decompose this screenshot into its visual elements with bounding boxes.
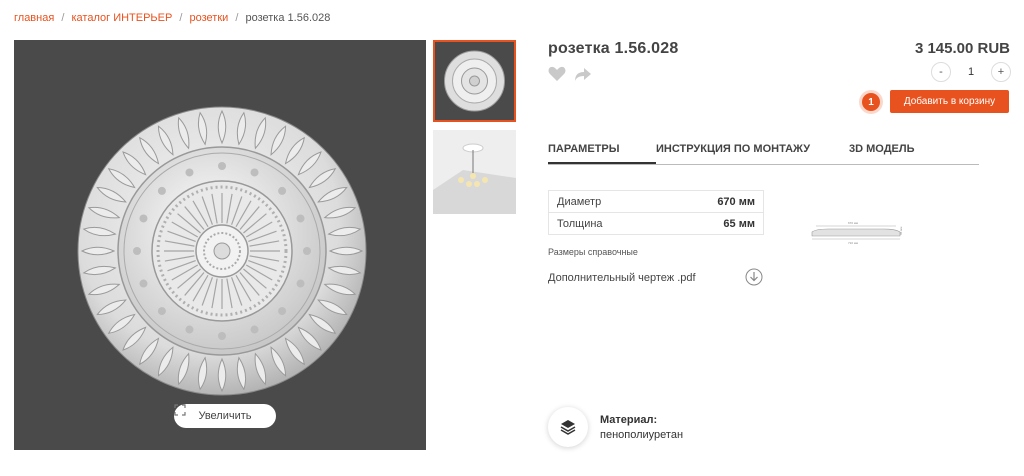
flower-ornament: [218, 162, 226, 170]
flower-ornament: [278, 186, 287, 195]
technical-drawing: 670 мм 710 мм 65 мм: [811, 221, 903, 245]
flower-ornament: [218, 332, 226, 340]
drawing-bottom-dim: 710 мм: [848, 241, 858, 245]
layers-icon: [560, 420, 576, 435]
flower-ornament: [139, 279, 148, 288]
material-value: пенополиуретан: [600, 429, 684, 441]
flower-ornament: [296, 214, 305, 223]
thumbnail-interior-image: [433, 130, 516, 214]
heart-icon[interactable]: [548, 66, 566, 82]
flower-ornament: [303, 247, 311, 255]
flower-ornament: [185, 168, 194, 177]
flower-ornament: [157, 186, 166, 195]
thumbnail-rosette[interactable]: [433, 40, 516, 122]
flower-ornament: [250, 325, 259, 334]
product-title: розетка 1.56.028: [548, 40, 679, 57]
flower-ornament: [185, 325, 194, 334]
increment-button[interactable]: +: [991, 62, 1011, 82]
zoom-button[interactable]: Увеличить: [174, 404, 276, 428]
product-actions: [548, 66, 592, 82]
zoom-label: Увеличить: [198, 410, 252, 422]
parameters-table: Диаметр 670 мм Толщина 65 мм: [548, 190, 764, 235]
quantity-input[interactable]: [954, 66, 988, 78]
tab-installation[interactable]: ИНСТРУКЦИЯ ПО МОНТАЖУ: [656, 143, 849, 164]
param-label: Диаметр: [548, 190, 664, 213]
reference-note: Размеры справочные: [548, 247, 638, 257]
breadcrumb-catalog[interactable]: каталог ИНТЕРЬЕР: [72, 12, 173, 24]
param-value: 670 мм: [663, 190, 764, 213]
tab-parameters[interactable]: ПАРАМЕТРЫ: [548, 143, 656, 164]
cart-count-badge: 1: [862, 93, 880, 111]
material-badge: [548, 407, 588, 447]
breadcrumb-separator: /: [179, 12, 183, 24]
breadcrumb-separator: /: [235, 12, 239, 24]
thumbnail-rosette-image: [444, 50, 505, 112]
breadcrumb-home[interactable]: главная: [14, 12, 54, 24]
flower-ornament: [250, 168, 259, 177]
table-row: Толщина 65 мм: [548, 212, 764, 235]
flower-ornament: [296, 279, 305, 288]
breadcrumb-current: розетка 1.56.028: [245, 12, 331, 24]
param-label: Толщина: [548, 212, 664, 235]
material-label: Материал:: [600, 414, 658, 426]
add-to-cart-button[interactable]: Добавить в корзину: [890, 90, 1009, 113]
product-price: 3 145.00 RUB: [914, 40, 1010, 57]
flower-ornament: [157, 307, 166, 316]
tab-3d-model[interactable]: 3D МОДЕЛЬ: [849, 143, 979, 164]
ceiling-rosette-image: [77, 106, 367, 396]
breadcrumb-separator: /: [61, 12, 65, 24]
product-tabs: ПАРАМЕТРЫ ИНСТРУКЦИЯ ПО МОНТАЖУ 3D МОДЕЛ…: [548, 143, 979, 165]
flower-ornament: [139, 214, 148, 223]
flower-ornament: [278, 307, 287, 316]
share-icon[interactable]: [574, 66, 592, 82]
pdf-drawing-link[interactable]: Дополнительный чертеж .pdf: [548, 272, 696, 284]
decrement-button[interactable]: -: [931, 62, 951, 82]
drawing-side-dim: 65 мм: [899, 227, 903, 235]
table-row: Диаметр 670 мм: [548, 190, 764, 213]
breadcrumb-category[interactable]: розетки: [190, 12, 229, 24]
download-icon[interactable]: [745, 268, 763, 286]
quantity-stepper: - +: [931, 62, 1011, 82]
product-main-image[interactable]: Увеличить: [14, 40, 426, 450]
thumbnail-interior[interactable]: [433, 130, 516, 214]
expand-icon: [174, 404, 186, 416]
param-value: 65 мм: [663, 212, 764, 235]
breadcrumb: главная / каталог ИНТЕРЬЕР / розетки / р…: [14, 12, 330, 24]
drawing-top-dim: 670 мм: [848, 221, 858, 225]
flower-ornament: [133, 247, 141, 255]
